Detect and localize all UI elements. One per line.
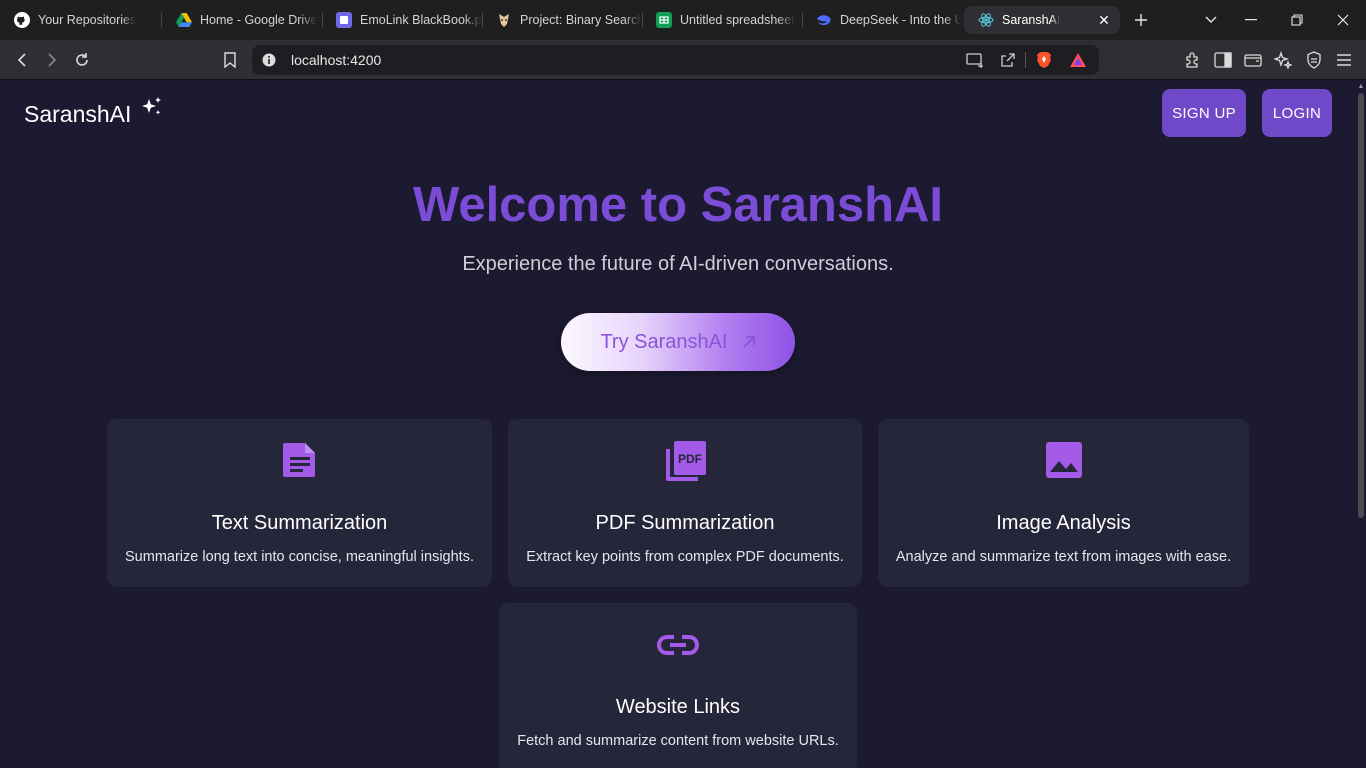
brand-name: SaranshAI (24, 101, 132, 127)
scroll-up-icon[interactable]: ▲ (1357, 83, 1365, 91)
tab-emolink-blackbook[interactable]: EmoLink BlackBook.pdf (322, 6, 482, 34)
share-icon[interactable] (1000, 52, 1016, 73)
bookmark-icon[interactable] (218, 48, 242, 72)
extensions-icon[interactable] (1181, 48, 1205, 72)
feature-title: Website Links (615, 696, 741, 718)
address-bar[interactable]: localhost:4200 (252, 45, 1099, 75)
tab-untitled-spreadsheet[interactable]: Untitled spreadsheet (642, 6, 802, 34)
tab-your-repositories[interactable]: Your Repositories (0, 6, 160, 34)
arrow-up-right-icon (742, 332, 756, 355)
project-icon (496, 12, 512, 28)
tab-project-binary-search[interactable]: Project: Binary Search (482, 6, 642, 34)
scrollbar-thumb[interactable] (1358, 93, 1364, 518)
google-sheets-icon (656, 12, 672, 28)
reload-icon[interactable] (70, 48, 94, 72)
feature-card-text[interactable]: Text Summarization Summarize long text i… (107, 419, 492, 587)
tab-label: Untitled spreadsheet (680, 13, 795, 27)
brave-shields-icon[interactable] (1036, 51, 1052, 74)
login-button[interactable]: LOGIN (1262, 89, 1332, 137)
forward-icon[interactable] (40, 48, 64, 72)
react-icon (978, 12, 994, 28)
wallet-icon[interactable] (1241, 48, 1265, 72)
tab-label: EmoLink BlackBook.pdf (360, 13, 482, 27)
link-icon (499, 633, 857, 657)
tab-label: Project: Binary Search (520, 13, 642, 27)
tab-label: Home - Google Drive (200, 13, 318, 27)
feature-description: Fetch and summarize content from website… (517, 733, 839, 749)
brave-rewards-icon[interactable] (1069, 52, 1087, 73)
page-scrollbar[interactable]: ▲ (1356, 81, 1366, 768)
feature-title: Text Summarization (211, 512, 388, 534)
feature-card-image[interactable]: Image Analysis Analyze and summarize tex… (878, 419, 1249, 587)
brand-logo[interactable]: SaranshAI (24, 96, 164, 128)
pdf-icon: PDF (508, 441, 862, 483)
tab-label: DeepSeek - Into the Unknown (840, 13, 962, 27)
sign-up-button[interactable]: SIGN UP (1162, 89, 1246, 137)
new-tab-icon[interactable] (1129, 8, 1153, 32)
cta-label: Try SaranshAI (600, 330, 728, 353)
tab-search-chevron-icon[interactable] (1199, 8, 1223, 32)
tab-strip: Your Repositories Home - Google Drive Em… (0, 0, 1366, 40)
google-drive-icon (176, 12, 192, 28)
browser-toolbar: localhost:4200 (0, 40, 1366, 80)
sparkles-icon (140, 96, 164, 126)
hero-subtitle: Experience the future of AI-driven conve… (462, 253, 894, 275)
hero-title: Welcome to SaranshAI (412, 178, 944, 232)
minimize-icon[interactable] (1239, 8, 1263, 32)
close-tab-icon[interactable]: ✕ (1096, 12, 1112, 28)
pdf-icon-text: PDF (678, 452, 702, 466)
tab-saranshai[interactable]: SaranshAI ✕ (964, 6, 1120, 34)
feature-description: Extract key points from complex PDF docu… (526, 549, 844, 565)
feature-card-links[interactable]: Website Links Fetch and summarize conten… (499, 603, 857, 768)
tab-label: SaranshAI (1002, 13, 1061, 27)
deepseek-icon (816, 12, 832, 28)
back-icon[interactable] (10, 48, 34, 72)
tab-google-drive[interactable]: Home - Google Drive (162, 6, 322, 34)
sidebar-icon[interactable] (1211, 48, 1235, 72)
restore-icon[interactable] (1285, 8, 1309, 32)
feature-title: Image Analysis (996, 512, 1131, 534)
cast-icon[interactable] (966, 52, 984, 73)
feature-card-pdf[interactable]: PDF PDF Summarization Extract key points… (508, 419, 862, 587)
close-window-icon[interactable] (1331, 8, 1355, 32)
image-icon (878, 441, 1249, 479)
vpn-shield-icon[interactable] (1302, 48, 1326, 72)
divider (1025, 52, 1026, 68)
leo-ai-icon[interactable] (1271, 48, 1295, 72)
document-icon (107, 441, 492, 479)
try-saranshai-button[interactable]: Try SaranshAI (561, 313, 795, 371)
feature-title: PDF Summarization (595, 512, 775, 534)
page-viewport: SaranshAI SIGN UP LOGIN Welcome to Saran… (0, 81, 1356, 768)
feature-description: Analyze and summarize text from images w… (895, 549, 1232, 565)
pdf-app-icon (336, 12, 352, 28)
site-info-icon[interactable] (262, 53, 276, 72)
github-icon (14, 12, 30, 28)
tab-deepseek[interactable]: DeepSeek - Into the Unknown (802, 6, 962, 34)
tab-label: Your Repositories (38, 13, 137, 27)
menu-icon[interactable] (1332, 48, 1356, 72)
feature-description: Summarize long text into concise, meanin… (125, 549, 474, 565)
url-text: localhost:4200 (291, 52, 382, 68)
